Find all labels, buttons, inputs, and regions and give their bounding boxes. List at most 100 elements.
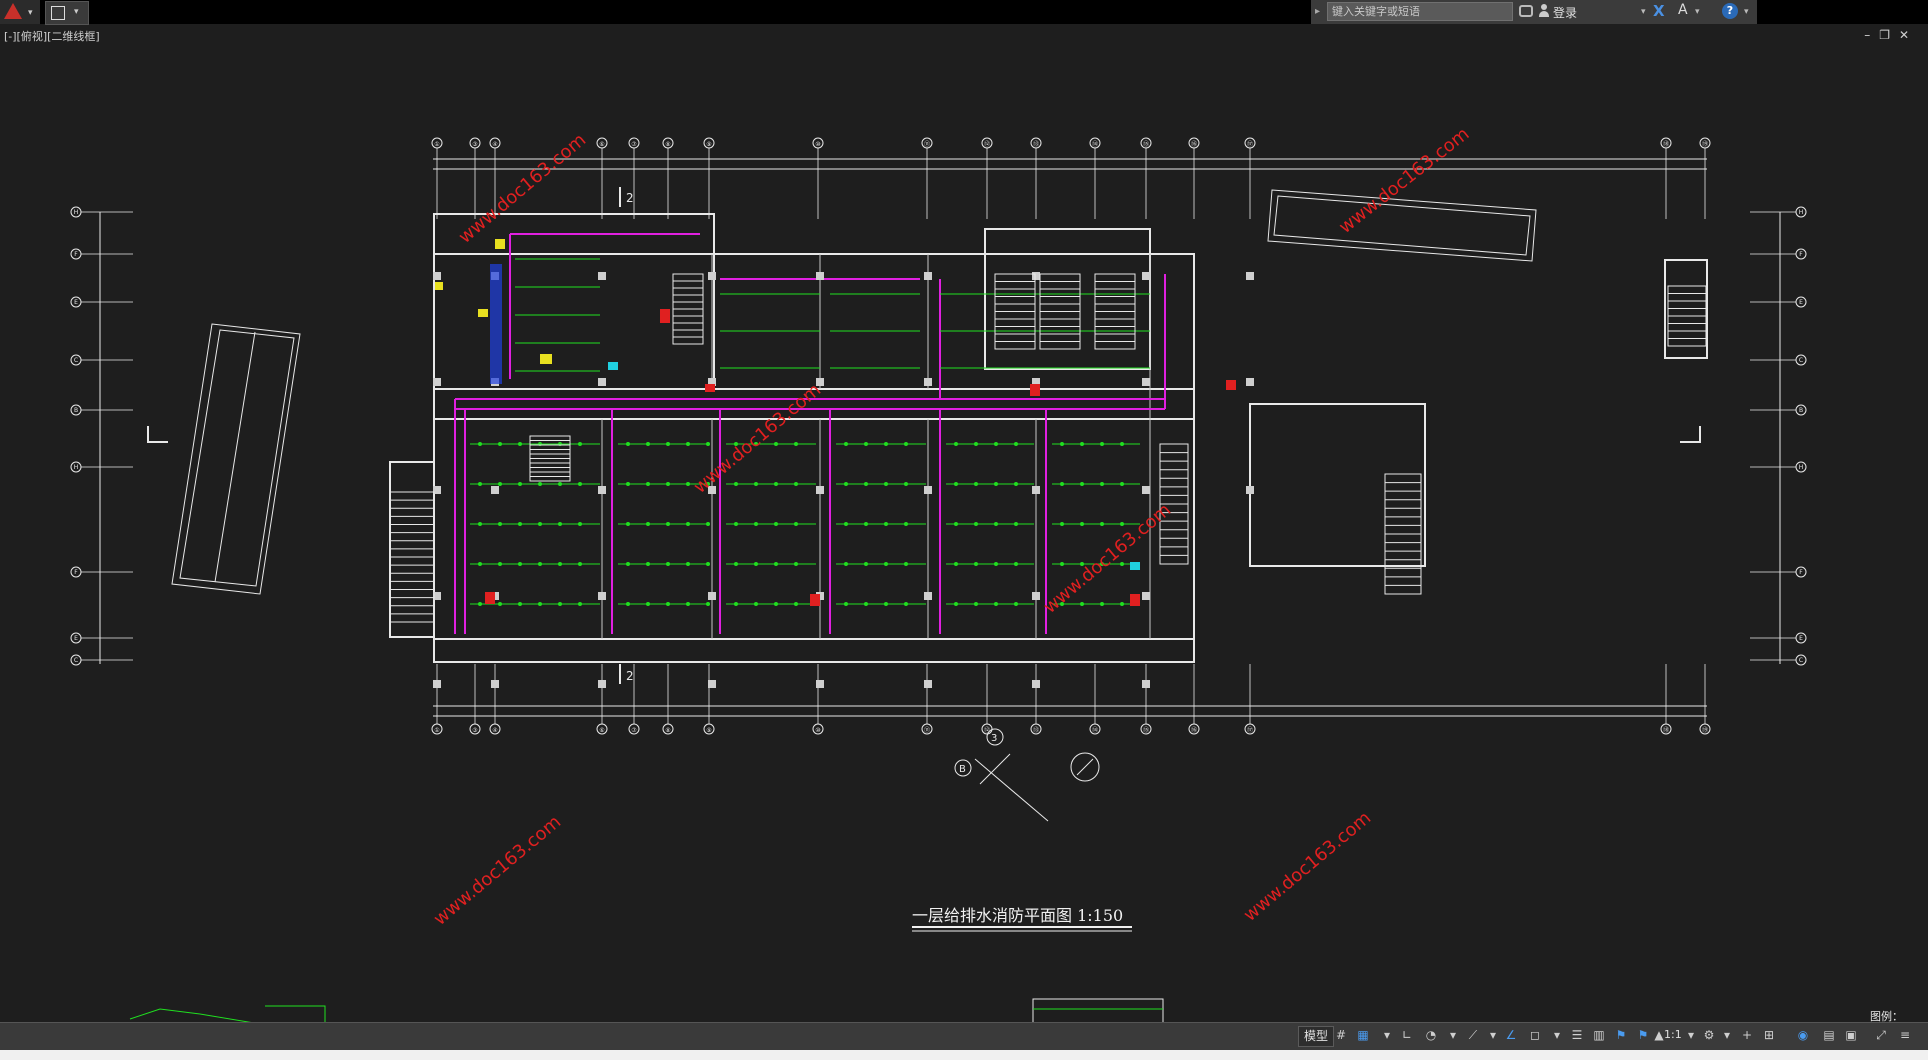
grid-bubble-side: E bbox=[70, 632, 133, 644]
grid-bubble-side: E bbox=[70, 296, 133, 308]
workspace-icon bbox=[51, 6, 65, 20]
search-binoculars-icon[interactable] bbox=[1519, 5, 1533, 17]
grid-bubble-bottom: ⑱ bbox=[1660, 664, 1672, 735]
grid-bubble-bottom: ⑥ bbox=[596, 664, 608, 735]
chevron-down-icon[interactable]: ▾ bbox=[1684, 1028, 1698, 1042]
grid-bubble-bottom: ⑲ bbox=[1699, 664, 1711, 735]
customize-menu-icon[interactable]: ≡ bbox=[1898, 1028, 1912, 1042]
grid-label: H bbox=[1799, 464, 1804, 471]
lineweight-icon[interactable]: ☰ bbox=[1570, 1028, 1584, 1042]
parking-ramp-right bbox=[1267, 189, 1537, 262]
grid-bubble-bottom: ⑬ bbox=[1030, 664, 1042, 735]
grid-bubble-bottom: ⑫ bbox=[981, 664, 993, 735]
watermark-text: www.doc163.com bbox=[690, 379, 825, 497]
grid-label: C bbox=[1799, 357, 1803, 364]
grid-bubble-bottom: ⑯ bbox=[1188, 664, 1200, 735]
watermark-text: www.doc163.com bbox=[430, 811, 565, 929]
grid-label: ⑭ bbox=[1092, 726, 1098, 734]
grid-bubble-side: F bbox=[70, 248, 133, 260]
grid-bubble-side: C bbox=[70, 354, 133, 366]
grid-label: ⑱ bbox=[1663, 726, 1669, 734]
grid-display-icon[interactable]: # bbox=[1334, 1028, 1348, 1042]
object-snap-icon[interactable]: ◻ bbox=[1528, 1028, 1542, 1042]
grid-bubble-side: H bbox=[70, 461, 133, 473]
partial-detail-drawings bbox=[129, 998, 1164, 1024]
chevron-down-icon[interactable]: ▾ bbox=[1550, 1028, 1564, 1042]
grid-bubble-bottom: ⑭ bbox=[1089, 664, 1101, 735]
drawing-canvas[interactable]: ① ③ ④ ⑥ ⑦ ⑧ ⑨ ⑩ ⑪ ⑫ ⑬ ⑭ ⑮ ⑯ ⑰ ⑱ ⑲ ① ③ ④ ⑥ ⑦ ⑧ ⑨ ⑩ ⑪ ⑫ ⑬ ⑭ ⑮ ⑯ ⑰ ⑱ ⑲ H H F F… bbox=[0, 24, 1928, 1024]
chevron-down-icon[interactable]: ▾ bbox=[1641, 7, 1646, 17]
search-input[interactable] bbox=[1327, 2, 1513, 21]
grid-label: H bbox=[74, 464, 79, 471]
grid-bubble-side: F bbox=[1750, 248, 1807, 260]
grid-label: H bbox=[74, 209, 79, 216]
grid-bubble-bottom: ① bbox=[431, 664, 443, 735]
polar-tracking-icon[interactable]: ◔ bbox=[1424, 1028, 1438, 1042]
compass-symbol bbox=[954, 728, 1100, 822]
quick-access-toolbar[interactable]: ▾ bbox=[45, 1, 89, 25]
grid-bubble-top: ⑲ bbox=[1699, 137, 1711, 219]
gear-icon[interactable]: ⚙ bbox=[1702, 1028, 1716, 1042]
grid-label: ⑬ bbox=[1033, 726, 1039, 734]
chevron-down-icon[interactable]: ▾ bbox=[1380, 1028, 1394, 1042]
chevron-down-icon[interactable]: ▾ bbox=[1486, 1028, 1500, 1042]
isolate-objects-icon[interactable]: ◉ bbox=[1796, 1028, 1810, 1042]
grid-bubble-bottom: ⑩ bbox=[812, 664, 824, 735]
annotation-visibility-icon[interactable]: ⚑ bbox=[1614, 1028, 1628, 1042]
drawing-title: 一层给排水消防平面图 1:150 bbox=[912, 906, 1123, 925]
ortho-mode-icon[interactable]: ∟ bbox=[1400, 1028, 1414, 1042]
grid-label: ⑦ bbox=[631, 727, 637, 734]
grid-bubble-side: H bbox=[70, 206, 133, 218]
watermark-text: www.doc163.com bbox=[1240, 807, 1375, 925]
grid-bubble-top: ⑦ bbox=[628, 137, 640, 219]
help-icon[interactable]: ? bbox=[1722, 3, 1738, 19]
grid-bubble-top: ⑪ bbox=[921, 137, 933, 219]
grid-label: ⑲ bbox=[1702, 726, 1708, 734]
application-menu-button[interactable]: ▾ bbox=[0, 0, 40, 24]
grid-label: ⑧ bbox=[665, 141, 670, 148]
grid-label: B bbox=[74, 407, 78, 414]
grid-label: E bbox=[1799, 635, 1803, 642]
chevron-down-icon[interactable]: ▾ bbox=[1695, 7, 1700, 17]
auto-scale-icon[interactable]: ⚑ bbox=[1636, 1028, 1650, 1042]
user-icon[interactable] bbox=[1539, 4, 1549, 18]
chevron-down-icon[interactable]: ▾ bbox=[1720, 1028, 1734, 1042]
units-icon[interactable]: ⊞ bbox=[1762, 1028, 1776, 1042]
model-space-button[interactable]: 模型 bbox=[1298, 1026, 1335, 1047]
grid-label: ⑥ bbox=[599, 141, 604, 148]
section-mark-top: 2 bbox=[626, 191, 634, 205]
grid-bubble-side: E bbox=[1750, 296, 1807, 308]
chevron-down-icon[interactable]: ▾ bbox=[1446, 1028, 1460, 1042]
a360-icon[interactable]: A bbox=[1678, 2, 1688, 18]
grid-label: ⑬ bbox=[1033, 140, 1039, 148]
grid-label: F bbox=[74, 569, 78, 576]
snap-mode-icon[interactable]: ▦ bbox=[1356, 1028, 1370, 1042]
grid-label: C bbox=[74, 357, 78, 364]
clean-screen-icon[interactable]: ▣ bbox=[1844, 1028, 1858, 1042]
isodraft-icon[interactable]: ⟋ bbox=[1466, 1028, 1480, 1042]
annotation-scale-value[interactable]: 1:1 bbox=[1664, 1028, 1682, 1041]
hardware-acceleration-icon[interactable]: ▤ bbox=[1822, 1028, 1836, 1042]
grid-bubble-side: F bbox=[70, 566, 133, 578]
grid-bubble-side: E bbox=[1750, 632, 1807, 644]
grid-label: ① bbox=[434, 141, 439, 148]
grid-bubble-top: ③ bbox=[469, 137, 481, 219]
grid-label: ③ bbox=[472, 141, 477, 148]
command-line-strip[interactable] bbox=[0, 1050, 1928, 1060]
transparency-icon[interactable]: ▥ bbox=[1592, 1028, 1606, 1042]
expand-arrow-icon[interactable]: ▸ bbox=[1315, 6, 1320, 17]
grid-bubble-top: ⑱ bbox=[1660, 137, 1672, 219]
add-icon[interactable]: + bbox=[1740, 1028, 1754, 1042]
login-button[interactable]: 登录 bbox=[1553, 4, 1577, 21]
watermark-text: www.doc163.com bbox=[1040, 499, 1175, 617]
chevron-down-icon[interactable]: ▾ bbox=[1744, 7, 1749, 17]
grid-label: ⑭ bbox=[1092, 140, 1098, 148]
grid-label: ⑯ bbox=[1191, 140, 1197, 148]
grid-bubble-top: ⑭ bbox=[1089, 137, 1101, 219]
exchange-apps-icon[interactable]: X bbox=[1653, 2, 1665, 20]
grid-label: F bbox=[74, 251, 78, 258]
grid-bubble-side: B bbox=[1750, 404, 1807, 416]
grid-label: ⑮ bbox=[1143, 140, 1149, 148]
fullscreen-icon[interactable]: ⤢ bbox=[1874, 1028, 1888, 1042]
object-snap-tracking-icon[interactable]: ∠ bbox=[1504, 1028, 1518, 1042]
